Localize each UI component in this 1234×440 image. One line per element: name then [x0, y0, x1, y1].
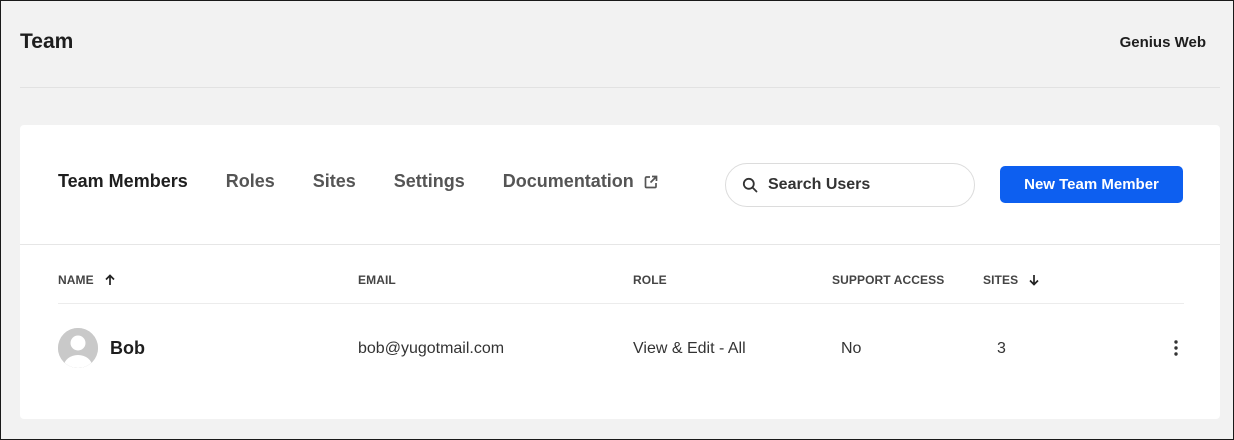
column-header-name-label: NAME: [58, 273, 94, 287]
column-header-sites[interactable]: SITES: [983, 273, 1040, 287]
avatar: [58, 328, 98, 368]
column-header-role: ROLE: [633, 273, 667, 287]
new-team-member-button[interactable]: New Team Member: [1000, 166, 1183, 203]
tab-team-members[interactable]: Team Members: [58, 171, 188, 192]
tab-sites[interactable]: Sites: [313, 171, 356, 192]
user-role: View & Edit - All: [633, 340, 746, 357]
header-divider: [20, 87, 1220, 88]
tab-roles[interactable]: Roles: [226, 171, 275, 192]
tab-bar: Team Members Roles Sites Settings Docume…: [58, 171, 696, 192]
more-vertical-icon: [1174, 340, 1178, 356]
tab-documentation-label: Documentation: [502, 171, 634, 191]
arrow-up-icon: [105, 274, 115, 285]
column-header-email: EMAIL: [358, 273, 396, 287]
search-icon: [742, 177, 758, 193]
user-name[interactable]: Bob: [110, 338, 145, 359]
tab-settings[interactable]: Settings: [394, 171, 465, 192]
team-card: Team Members Roles Sites Settings Docume…: [20, 125, 1220, 419]
search-box[interactable]: [725, 163, 975, 207]
column-header-support-access: SUPPORT ACCESS: [832, 273, 945, 287]
account-name[interactable]: Genius Web: [1120, 34, 1206, 51]
app-window: Team Genius Web Team Members Roles Sites…: [0, 0, 1234, 440]
column-header-sites-label: SITES: [983, 273, 1019, 287]
tab-documentation[interactable]: Documentation: [503, 171, 658, 192]
user-email: bob@yugotmail.com: [358, 340, 505, 357]
user-sites-count: 3: [997, 340, 1006, 357]
page-title: Team: [20, 30, 74, 53]
search-input[interactable]: [768, 176, 958, 194]
user-support-access: No: [841, 340, 862, 357]
table-header-divider: [58, 303, 1184, 304]
card-divider: [20, 244, 1220, 245]
column-header-name[interactable]: NAME: [58, 273, 116, 287]
row-actions-menu[interactable]: [1168, 337, 1184, 359]
external-link-icon: [644, 175, 658, 188]
arrow-down-icon: [1029, 275, 1039, 286]
default-avatar-icon: [58, 328, 98, 368]
